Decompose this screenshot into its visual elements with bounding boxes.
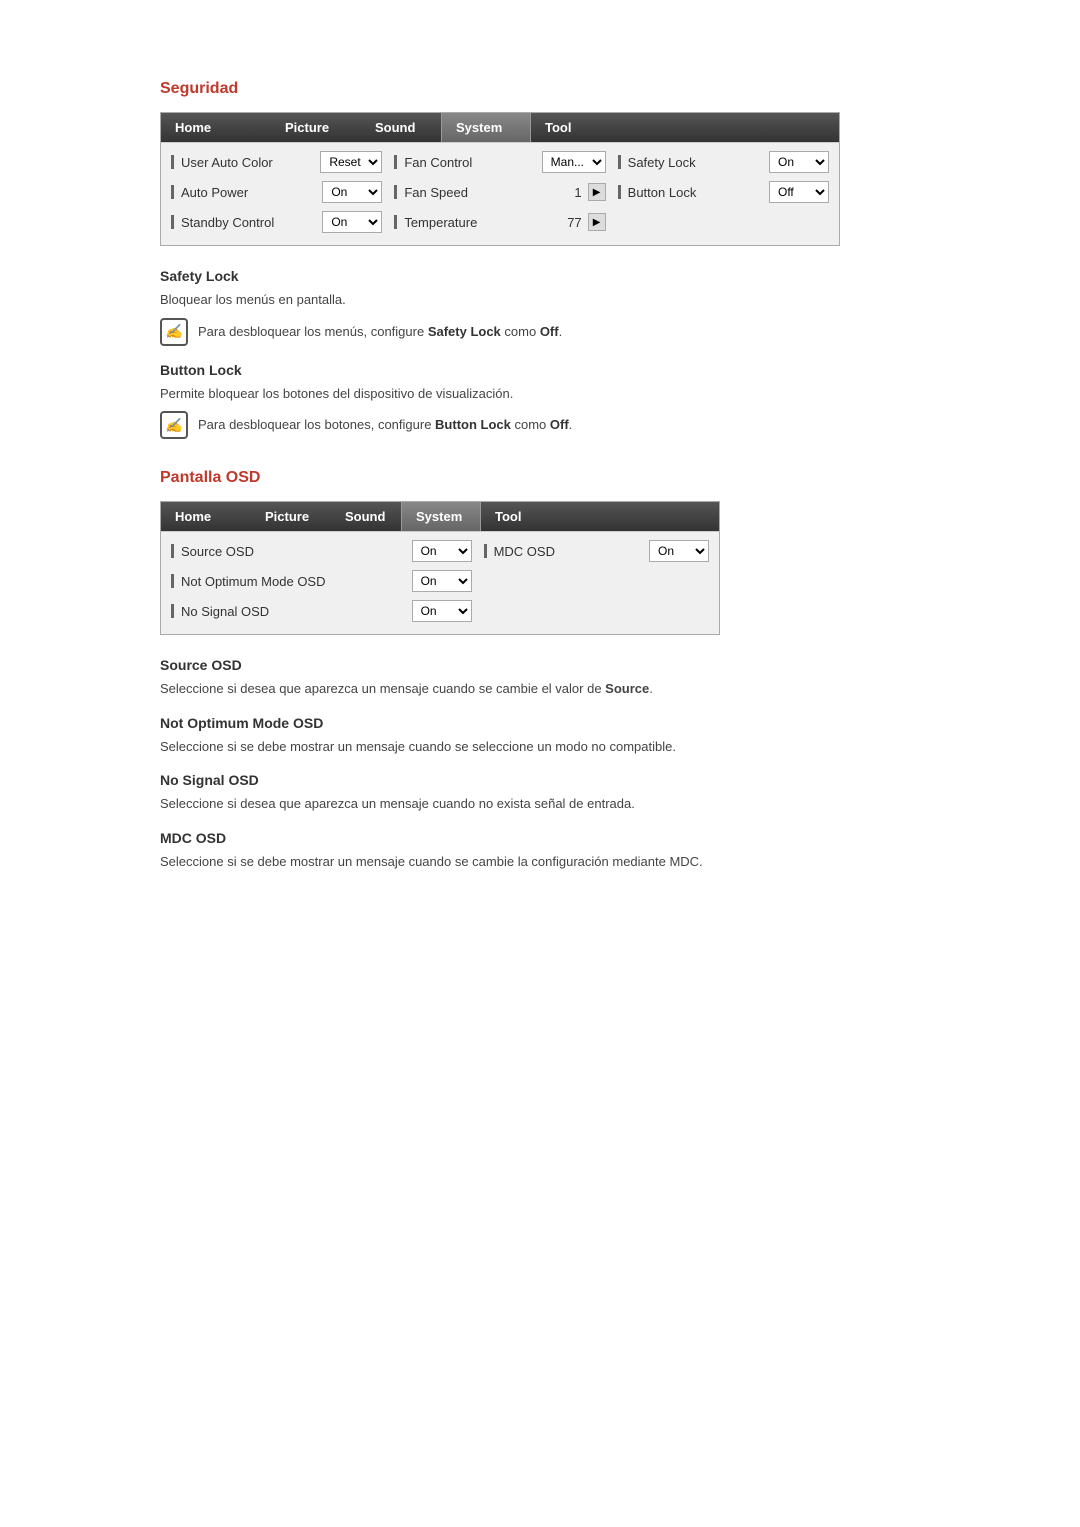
table-row: Standby Control On Off: [171, 209, 382, 235]
not-optimum-heading: Not Optimum Mode OSD: [160, 715, 920, 731]
not-optimum-select[interactable]: On Off: [412, 570, 472, 592]
tab-sound-seg[interactable]: Sound: [361, 113, 441, 142]
button-lock-note-text: Para desbloquear los botones, configure …: [198, 411, 572, 435]
tab-home-seg[interactable]: Home: [161, 113, 271, 142]
table-row: Not Optimum Mode OSD On Off: [171, 568, 472, 594]
no-signal-osd-select[interactable]: On Off: [412, 600, 472, 622]
pantalla-osd-table: Home Picture Sound System Tool Source OS…: [160, 501, 720, 635]
source-osd-heading: Source OSD: [160, 657, 920, 673]
pantalla-tab-bar: Home Picture Sound System Tool: [161, 502, 719, 531]
note-icon: ✍: [160, 318, 188, 346]
osd-col1: Source OSD On Off Not Optimum Mode OSD O…: [165, 538, 478, 628]
fan-speed-label: Fan Speed: [404, 185, 468, 200]
tab-picture-osd[interactable]: Picture: [251, 502, 331, 531]
row-bar: [171, 604, 174, 618]
pantalla-osd-section: Pantalla OSD Home Picture Sound System T…: [160, 469, 920, 871]
row-bar: [171, 544, 174, 558]
mdc-osd-body: Seleccione si se debe mostrar un mensaje…: [160, 852, 920, 872]
user-auto-color-label: User Auto Color: [181, 155, 273, 170]
seguridad-title: Seguridad: [160, 80, 920, 98]
table-row: No Signal OSD On Off: [171, 598, 472, 624]
row-bar: [171, 185, 174, 199]
seguridad-table-body: User Auto Color Reset Auto Power On Off: [161, 142, 839, 245]
table-row: Safety Lock On Off: [618, 149, 829, 175]
table-row: MDC OSD On Off: [484, 538, 709, 564]
tab-system-osd[interactable]: System: [401, 502, 481, 531]
table-row: Source OSD On Off: [171, 538, 472, 564]
source-osd-select[interactable]: On Off: [412, 540, 472, 562]
safety-lock-heading: Safety Lock: [160, 268, 920, 284]
safety-lock-label: Safety Lock: [628, 155, 696, 170]
table-row: Fan Control Man... Auto: [394, 149, 605, 175]
temperature-value: 77: [567, 215, 581, 230]
seguridad-section: Seguridad Home Picture Sound System Tool…: [160, 80, 920, 439]
pantalla-osd-title: Pantalla OSD: [160, 469, 920, 487]
standby-control-select[interactable]: On Off: [322, 211, 382, 233]
tab-sound-osd[interactable]: Sound: [331, 502, 401, 531]
button-lock-note: ✍ Para desbloquear los botones, configur…: [160, 411, 920, 439]
safety-lock-note: ✍ Para desbloquear los menús, configure …: [160, 318, 920, 346]
source-osd-body: Seleccione si desea que aparezca un mens…: [160, 679, 920, 699]
no-signal-body: Seleccione si desea que aparezca un mens…: [160, 794, 920, 814]
fan-control-select[interactable]: Man... Auto: [542, 151, 606, 173]
temperature-arrow[interactable]: ▶: [588, 213, 606, 231]
button-lock-heading: Button Lock: [160, 362, 920, 378]
table-row: Button Lock Off On: [618, 179, 829, 205]
row-bar: [618, 185, 621, 199]
no-signal-osd-label: No Signal OSD: [181, 604, 269, 619]
row-bar: [394, 185, 397, 199]
seg-col1: User Auto Color Reset Auto Power On Off: [165, 149, 388, 239]
standby-control-label: Standby Control: [181, 215, 274, 230]
fan-speed-val: 1 ▶: [574, 183, 605, 201]
temperature-label: Temperature: [404, 215, 477, 230]
row-bar: [394, 155, 397, 169]
button-lock-select[interactable]: Off On: [769, 181, 829, 203]
seg-col3: Safety Lock On Off Button Lock Off On: [612, 149, 835, 239]
seg-col2: Fan Control Man... Auto Fan Speed 1 ▶: [388, 149, 611, 239]
row-bar: [618, 155, 621, 169]
row-bar: [171, 574, 174, 588]
note-icon-2: ✍: [160, 411, 188, 439]
tab-picture-seg[interactable]: Picture: [271, 113, 361, 142]
no-signal-heading: No Signal OSD: [160, 772, 920, 788]
row-bar: [171, 215, 174, 229]
table-row: User Auto Color Reset: [171, 149, 382, 175]
tab-home-osd[interactable]: Home: [161, 502, 251, 531]
button-lock-body: Permite bloquear los botones del disposi…: [160, 384, 920, 404]
not-optimum-body: Seleccione si se debe mostrar un mensaje…: [160, 737, 920, 757]
mdc-osd-label: MDC OSD: [494, 544, 555, 559]
tab-tool-osd[interactable]: Tool: [481, 502, 551, 531]
tab-system-seg[interactable]: System: [441, 113, 531, 142]
tab-tool-seg[interactable]: Tool: [531, 113, 611, 142]
mdc-osd-select[interactable]: On Off: [649, 540, 709, 562]
seguridad-table: Home Picture Sound System Tool User Auto…: [160, 112, 840, 246]
table-row: Fan Speed 1 ▶: [394, 179, 605, 205]
not-optimum-label: Not Optimum Mode OSD: [181, 574, 326, 589]
temperature-val: 77 ▶: [567, 213, 605, 231]
auto-power-select[interactable]: On Off: [322, 181, 382, 203]
pantalla-osd-table-body: Source OSD On Off Not Optimum Mode OSD O…: [161, 531, 719, 634]
fan-control-label: Fan Control: [404, 155, 472, 170]
safety-lock-select[interactable]: On Off: [769, 151, 829, 173]
seguridad-tab-bar: Home Picture Sound System Tool: [161, 113, 839, 142]
row-bar: [394, 215, 397, 229]
user-auto-color-select[interactable]: Reset: [320, 151, 382, 173]
button-lock-label: Button Lock: [628, 185, 697, 200]
table-row: Auto Power On Off: [171, 179, 382, 205]
safety-lock-body: Bloquear los menús en pantalla.: [160, 290, 920, 310]
fan-speed-value: 1: [574, 185, 581, 200]
source-osd-label: Source OSD: [181, 544, 254, 559]
safety-lock-note-text: Para desbloquear los menús, configure Sa…: [198, 318, 562, 342]
fan-speed-arrow[interactable]: ▶: [588, 183, 606, 201]
auto-power-label: Auto Power: [181, 185, 248, 200]
row-bar: [171, 155, 174, 169]
row-bar: [484, 544, 487, 558]
osd-col2: MDC OSD On Off: [478, 538, 715, 628]
mdc-osd-heading: MDC OSD: [160, 830, 920, 846]
table-row: Temperature 77 ▶: [394, 209, 605, 235]
